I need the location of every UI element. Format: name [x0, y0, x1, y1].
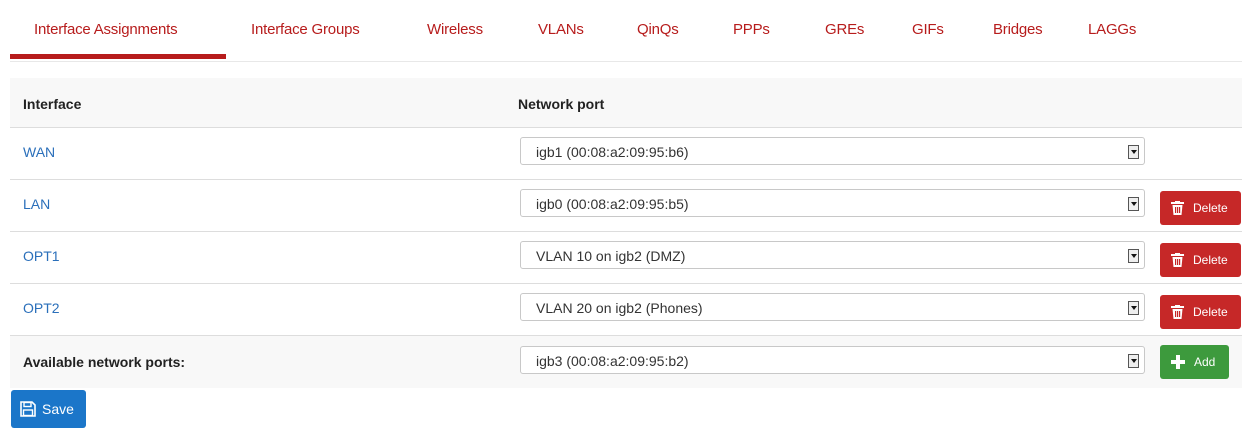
active-tab-indicator	[10, 54, 226, 59]
network-port-select[interactable]: igb1 (00:08:a2:09:95:b6)	[520, 137, 1145, 165]
header-interface: Interface	[23, 96, 82, 112]
chevron-down-icon	[1128, 197, 1139, 211]
chevron-down-icon	[1128, 354, 1139, 368]
interface-link-wan[interactable]: WAN	[23, 144, 55, 160]
chevron-down-icon	[1128, 145, 1139, 159]
table-row: OPT2 VLAN 20 on igb2 (Phones) Delete	[10, 284, 1242, 336]
trash-icon	[1171, 253, 1184, 267]
delete-label: Delete	[1193, 305, 1228, 319]
add-label: Add	[1194, 355, 1216, 369]
tab-interface-assignments[interactable]: Interface Assignments	[34, 21, 178, 38]
delete-button[interactable]: Delete	[1160, 243, 1241, 277]
table-header: Interface Network port	[10, 78, 1242, 128]
available-ports-label: Available network ports:	[23, 354, 186, 370]
tab-bridges[interactable]: Bridges	[993, 21, 1043, 38]
save-label: Save	[42, 401, 74, 417]
chevron-down-icon	[1128, 249, 1139, 263]
trash-icon	[1171, 305, 1184, 319]
table-row: LAN igb0 (00:08:a2:09:95:b5) Delete	[10, 180, 1242, 232]
selected-port: igb1 (00:08:a2:09:95:b6)	[536, 144, 689, 160]
interface-link-opt1[interactable]: OPT1	[23, 248, 60, 264]
add-button[interactable]: Add	[1160, 345, 1229, 379]
plus-icon	[1171, 355, 1185, 369]
trash-icon	[1171, 201, 1184, 215]
chevron-down-icon	[1128, 301, 1139, 315]
tab-ppps[interactable]: PPPs	[733, 21, 770, 38]
tab-qinqs[interactable]: QinQs	[637, 21, 679, 38]
tab-gres[interactable]: GREs	[825, 21, 864, 38]
network-port-select[interactable]: VLAN 10 on igb2 (DMZ)	[520, 241, 1145, 269]
tab-gifs[interactable]: GIFs	[912, 21, 944, 38]
delete-button[interactable]: Delete	[1160, 191, 1241, 225]
network-port-select[interactable]: VLAN 20 on igb2 (Phones)	[520, 293, 1145, 321]
available-ports-row: Available network ports: igb3 (00:08:a2:…	[10, 336, 1242, 384]
selected-port: igb3 (00:08:a2:09:95:b2)	[536, 353, 689, 369]
interface-link-opt2[interactable]: OPT2	[23, 300, 60, 316]
tab-wireless[interactable]: Wireless	[427, 21, 483, 38]
table-row: WAN igb1 (00:08:a2:09:95:b6)	[10, 128, 1242, 180]
interface-link-lan[interactable]: LAN	[23, 196, 50, 212]
header-network-port: Network port	[518, 96, 605, 112]
assignments-table: Interface Network port WAN igb1 (00:08:a…	[10, 78, 1242, 388]
delete-button[interactable]: Delete	[1160, 295, 1241, 329]
available-port-select[interactable]: igb3 (00:08:a2:09:95:b2)	[520, 346, 1145, 374]
tab-bar: Interface Assignments Interface Groups W…	[10, 0, 1242, 62]
tab-interface-groups[interactable]: Interface Groups	[251, 21, 360, 38]
delete-label: Delete	[1193, 253, 1228, 267]
selected-port: VLAN 10 on igb2 (DMZ)	[536, 248, 686, 264]
save-button[interactable]: Save	[11, 390, 86, 428]
delete-label: Delete	[1193, 201, 1228, 215]
floppy-disk-icon	[20, 401, 36, 417]
network-port-select[interactable]: igb0 (00:08:a2:09:95:b5)	[520, 189, 1145, 217]
tab-laggs[interactable]: LAGGs	[1088, 21, 1136, 38]
selected-port: VLAN 20 on igb2 (Phones)	[536, 300, 703, 316]
table-row: OPT1 VLAN 10 on igb2 (DMZ) Delete	[10, 232, 1242, 284]
selected-port: igb0 (00:08:a2:09:95:b5)	[536, 196, 689, 212]
tab-vlans[interactable]: VLANs	[538, 21, 584, 38]
